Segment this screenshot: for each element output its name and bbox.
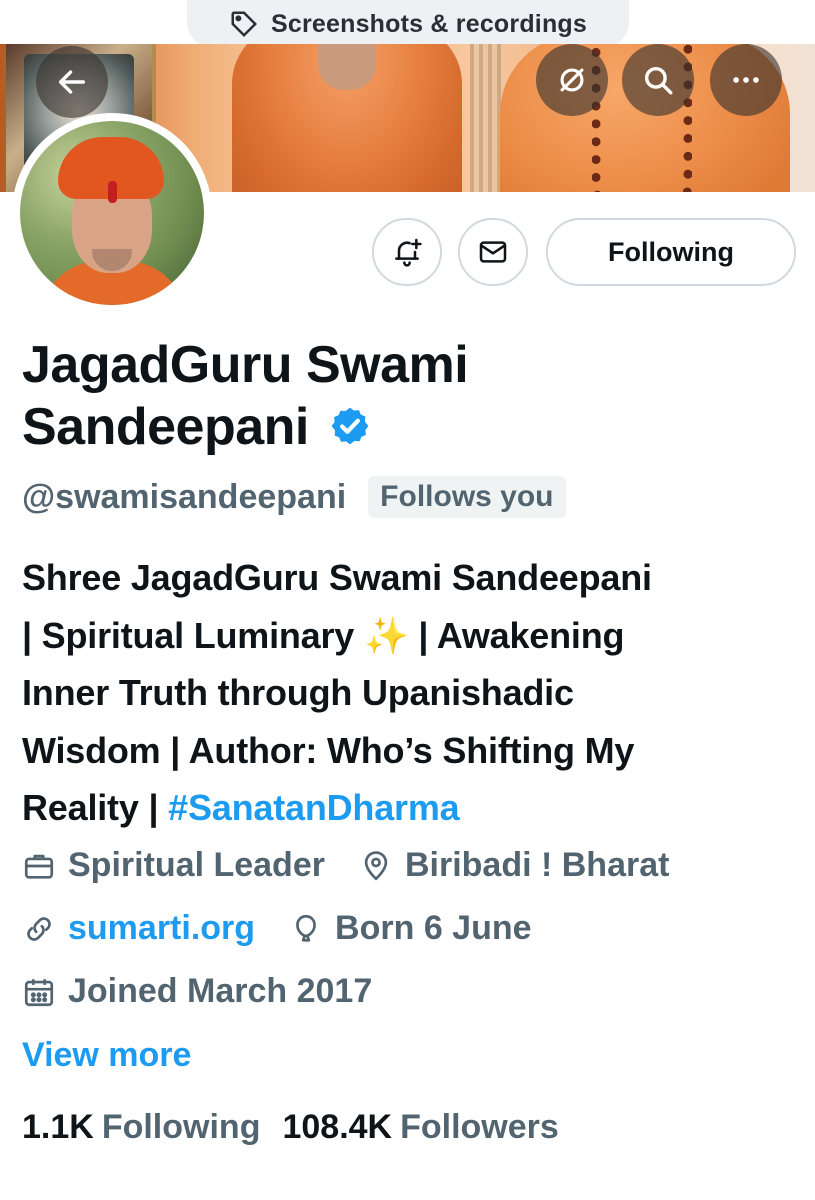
link-icon <box>27 916 51 941</box>
birthday-label: Born 6 June <box>335 909 532 947</box>
display-name-line2: Sandeepani <box>22 398 309 456</box>
website-link[interactable]: sumarti.org <box>68 909 255 948</box>
screenshot-pill-label: Screenshots & recordings <box>270 9 587 38</box>
slash-circle-icon <box>560 68 584 92</box>
tag-icon <box>231 11 258 38</box>
handle-row: @swamisandeepani Follows you <box>22 476 566 518</box>
bio-line: | Spiritual Luminary <box>22 614 364 656</box>
bio-line: Shree JagadGuru Swami Sandeepani <box>22 557 652 598</box>
following-stat[interactable]: 1.1K Following <box>22 1108 260 1147</box>
arrow-left-icon <box>58 70 86 94</box>
bio-line: Reality | <box>22 787 169 828</box>
followers-stat[interactable]: 108.4K Followers <box>282 1108 558 1147</box>
location-label: Biribadi ! Bharat <box>404 846 670 884</box>
profile-bio: Shree JagadGuru Swami Sandeepani | Spiri… <box>22 549 802 837</box>
followers-label: Followers <box>400 1108 559 1146</box>
calendar-icon <box>24 978 54 1006</box>
screenshot-pill[interactable]: Screenshots & recordings <box>187 0 629 48</box>
message-button[interactable] <box>458 218 528 286</box>
grok-button[interactable] <box>536 44 608 116</box>
view-more-link[interactable]: View more <box>22 1036 191 1075</box>
profession-label: Spiritual Leader <box>68 846 325 884</box>
envelope-icon <box>479 241 507 263</box>
search-button[interactable] <box>622 44 694 116</box>
search-icon <box>644 66 673 95</box>
following-button[interactable]: Following <box>546 218 796 286</box>
joined-label: Joined March 2017 <box>68 972 373 1010</box>
follows-you-badge: Follows you <box>368 476 566 518</box>
verified-badge-icon[interactable] <box>329 405 371 447</box>
followers-count: 108.4K <box>282 1108 393 1146</box>
following-label: Following <box>101 1108 261 1146</box>
location: Biribadi ! Bharat <box>359 846 669 885</box>
birthday: Born 6 June <box>289 909 532 948</box>
website[interactable]: sumarti.org <box>22 909 255 948</box>
briefcase-icon <box>24 854 54 879</box>
notify-button[interactable] <box>372 218 442 286</box>
bio-line: Wisdom | Author: Who’s Shifting My <box>22 729 635 771</box>
bell-plus-icon <box>395 238 422 267</box>
hashtag-link[interactable]: #SanatanDharma <box>168 787 460 828</box>
bio-line: | Awakening <box>408 614 625 656</box>
display-name-line1: JagadGuru Swami <box>22 336 469 394</box>
profession: Spiritual Leader <box>22 846 325 885</box>
follow-stats: 1.1K Following 108.4K Followers <box>22 1108 559 1147</box>
meta-row-3: Joined March 2017 <box>22 972 372 1011</box>
display-name: JagadGuru Swami Sandeepani <box>22 334 469 458</box>
more-button[interactable] <box>710 44 782 116</box>
sparkles-emoji: ✨ <box>363 614 409 656</box>
following-count: 1.1K <box>22 1108 94 1146</box>
meta-row-2: sumarti.org Born 6 June <box>22 909 532 948</box>
location-pin-icon <box>364 850 388 881</box>
user-handle: @swamisandeepani <box>22 477 347 516</box>
balloon-icon <box>296 914 316 942</box>
back-button[interactable] <box>36 46 108 118</box>
joined: Joined March 2017 <box>22 972 372 1011</box>
profile-avatar[interactable] <box>12 113 212 313</box>
meta-row-1: Spiritual Leader Biribadi ! Bharat <box>22 846 669 885</box>
more-dots-icon <box>733 77 759 83</box>
bio-line: Inner Truth through Upanishadic <box>22 672 574 713</box>
